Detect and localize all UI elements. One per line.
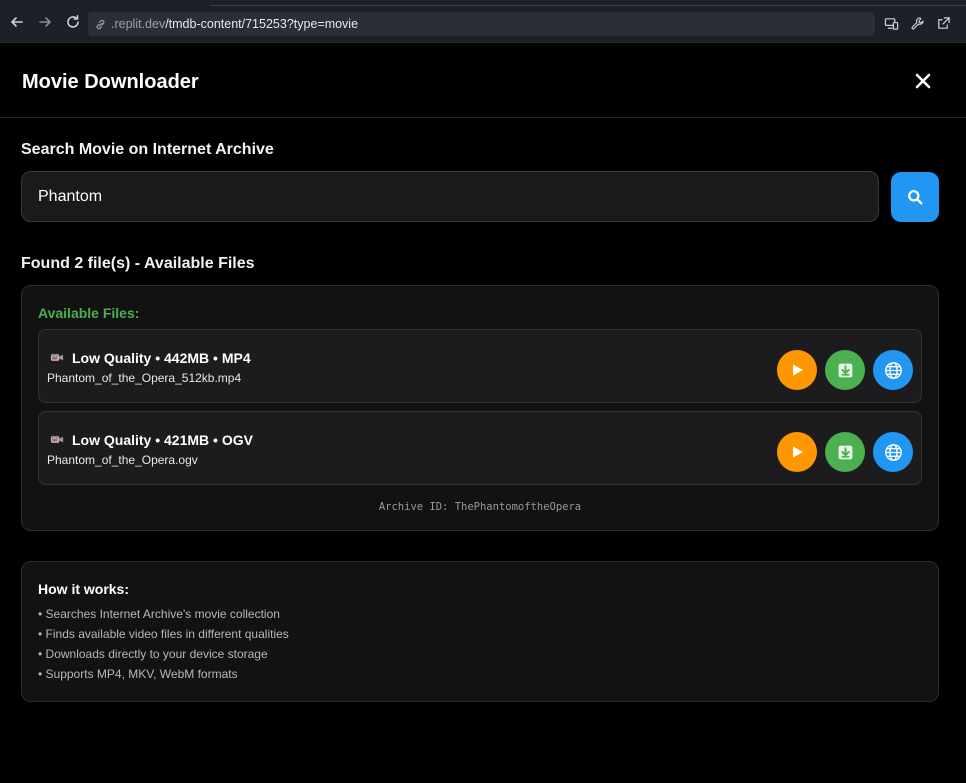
external-link-icon	[937, 16, 950, 29]
url-path: /tmdb-content/715253?type=movie	[165, 17, 359, 31]
files-panel: Available Files: Low Quality • 442MB • M…	[21, 285, 939, 531]
wrench-icon	[910, 16, 924, 29]
open-web-button[interactable]	[873, 432, 913, 472]
file-title: Low Quality • 442MB • MP4	[72, 350, 251, 366]
download-icon	[838, 363, 852, 377]
tab-strip	[210, 0, 966, 6]
file-title: Low Quality • 421MB • OGV	[72, 432, 253, 448]
cast-button[interactable]	[883, 15, 899, 31]
search-input[interactable]	[21, 171, 879, 222]
devtools-button[interactable]	[909, 15, 925, 31]
download-button[interactable]	[825, 350, 865, 390]
back-button[interactable]	[8, 13, 26, 31]
available-files-label: Available Files:	[38, 305, 140, 321]
globe-icon	[884, 361, 902, 379]
file-name: Phantom_of_the_Opera_512kb.mp4	[47, 371, 242, 385]
arrow-right-icon	[39, 17, 51, 27]
results-heading: Found 2 file(s) - Available Files	[21, 255, 255, 272]
search-icon	[908, 190, 923, 205]
url-host: .replit.dev	[111, 17, 166, 31]
list-item: • Downloads directly to your device stor…	[38, 647, 268, 661]
play-icon	[793, 364, 803, 376]
close-button[interactable]	[912, 70, 934, 92]
reload-icon	[67, 15, 79, 28]
play-icon	[793, 446, 803, 458]
search-label: Search Movie on Internet Archive	[21, 141, 274, 158]
how-it-works-title: How it works:	[38, 581, 130, 597]
play-button[interactable]	[777, 350, 817, 390]
close-icon	[915, 73, 931, 89]
arrow-left-icon	[11, 17, 23, 27]
file-name: Phantom_of_the_Opera.ogv	[47, 453, 198, 467]
camera-icon	[49, 352, 65, 364]
file-row: Low Quality • 442MB • MP4 Phantom_of_the…	[38, 329, 922, 403]
open-new-tab-button[interactable]	[935, 15, 951, 31]
page-title: Movie Downloader	[22, 71, 199, 93]
reload-button[interactable]	[64, 13, 82, 31]
link-icon	[94, 17, 108, 31]
list-item: • Supports MP4, MKV, WebM formats	[38, 667, 238, 681]
list-item: • Finds available video files in differe…	[38, 627, 289, 641]
search-button[interactable]	[891, 172, 939, 222]
app-header: Movie Downloader	[0, 43, 966, 118]
open-web-button[interactable]	[873, 350, 913, 390]
browser-toolbar: .replit.dev/tmdb-content/715253?type=mov…	[0, 0, 966, 43]
forward-button[interactable]	[36, 13, 54, 31]
address-bar[interactable]: .replit.dev/tmdb-content/715253?type=mov…	[88, 12, 875, 36]
devices-icon	[884, 17, 898, 30]
list-item: • Searches Internet Archive's movie coll…	[38, 607, 280, 621]
download-button[interactable]	[825, 432, 865, 472]
globe-icon	[884, 443, 902, 461]
file-row: Low Quality • 421MB • OGV Phantom_of_the…	[38, 411, 922, 485]
camera-icon	[49, 434, 65, 446]
archive-id: Archive ID: ThePhantomoftheOpera	[378, 501, 582, 513]
download-icon	[838, 445, 852, 459]
how-it-works-panel: How it works: • Searches Internet Archiv…	[21, 561, 939, 702]
play-button[interactable]	[777, 432, 817, 472]
